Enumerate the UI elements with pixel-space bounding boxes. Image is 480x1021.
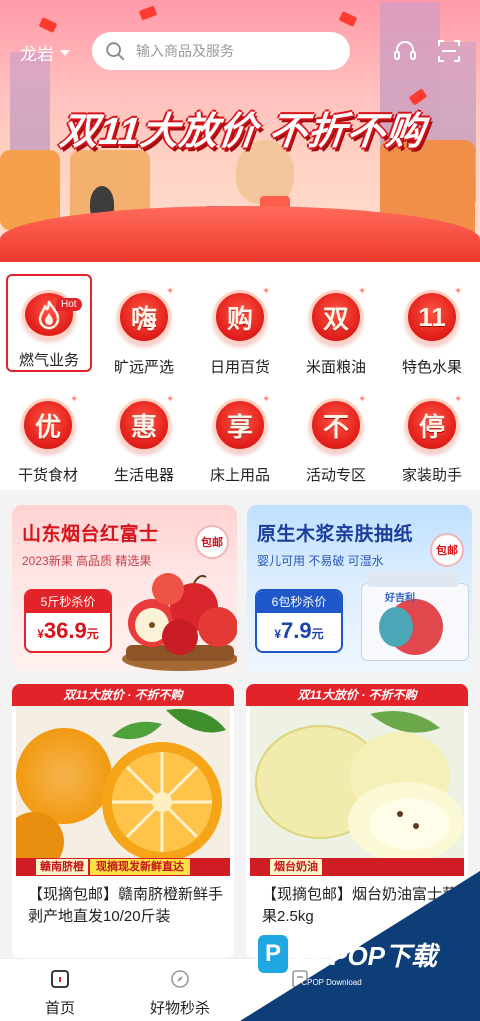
yellow-apple-image — [250, 706, 464, 860]
medal-icon: 享 — [213, 398, 267, 453]
city-label: 龙岩 — [20, 45, 54, 64]
search-bar[interactable] — [92, 32, 350, 70]
product-title: 【现摘包邮】赣南脐橙新鲜手剥产地直发10/20斤装 — [28, 886, 224, 925]
tissue-pack-image: 好吉利 — [361, 571, 469, 661]
top-bar: 龙岩 — [0, 28, 480, 76]
promo-title: 山东烟台红富士 — [22, 524, 159, 545]
category-label: 家装助手 — [401, 467, 462, 484]
medal-icon: 嗨 — [117, 290, 171, 345]
category-label: 生活电器 — [113, 467, 174, 484]
nav-label: 订单 — [284, 1000, 315, 1017]
scan-icon[interactable] — [436, 38, 462, 64]
medal-icon: 11 — [405, 290, 459, 345]
category-label: 燃气业务 — [18, 352, 79, 369]
medal-icon: 优 — [21, 398, 75, 453]
nav-item-orders[interactable]: 订单 — [240, 959, 360, 1021]
price-tag: 6包秒杀价 — [257, 591, 341, 613]
compass-icon — [171, 970, 189, 988]
medal-icon: 不 — [309, 398, 363, 453]
nav-item-home[interactable]: 首页 — [0, 959, 120, 1021]
bottom-nav: 首页 好物秒杀 订单 我的 — [0, 958, 480, 1021]
brand-label: 好吉利 — [385, 593, 415, 604]
chevron-down-icon — [60, 49, 70, 56]
medal-icon: 惠 — [117, 398, 171, 453]
hero-slogan: 双11大放价 不折不购 — [57, 111, 428, 153]
apple-basket-image — [122, 573, 237, 671]
promo-card-apple[interactable]: 山东烟台红富士 2023新果 高品质 精选果 包邮 5斤秒杀价 ¥36.9元 — [12, 505, 237, 671]
product-tag-bar: 烟台奶油 — [250, 858, 464, 876]
promo-card-tissue[interactable]: 原生木浆亲肤抽纸 婴儿可用 不易破 可湿水 包邮 6包秒杀价 ¥7.9元 好吉利 — [247, 505, 472, 671]
category-label: 米面粮油 — [305, 359, 366, 376]
product-banner: 双11大放价 · 不折不购 — [12, 684, 234, 706]
product-card-orange[interactable]: 双11大放价 · 不折不购 赣南脐橙 现摘现发新鲜直达 【现摘包邮】赣南脐橙新鲜… — [12, 684, 234, 958]
category-label: 旷远严选 — [113, 359, 174, 376]
search-input[interactable] — [136, 43, 326, 59]
confetti — [338, 11, 358, 27]
category-grid: Hot 燃气业务 ✦ 嗨 旷远严选 ✦ 购 日用百货 ✦ 双 米面粮油 ✦ 11… — [0, 262, 480, 490]
orange-image — [16, 706, 230, 860]
origin-tag: 赣南脐橙 — [36, 859, 88, 875]
price-box: 6包秒杀价 ¥7.9元 — [255, 589, 343, 653]
category-item-bedding[interactable]: ✦ 享 床上用品 — [192, 382, 288, 486]
category-label: 特色水果 — [401, 359, 462, 376]
price-value: ¥36.9元 — [37, 618, 99, 643]
category-item-gas[interactable]: Hot 燃气业务 — [6, 274, 92, 372]
hot-badge: Hot — [56, 298, 82, 311]
product-card-apple[interactable]: 双11大放价 · 不折不购 烟台奶油 【现摘包邮】烟台奶油富士苹果2.5kg — [246, 684, 468, 958]
category-item-dried-food[interactable]: ✦ 优 干货食材 — [0, 382, 96, 486]
category-item-daily-goods[interactable]: ✦ 购 日用百货 — [192, 274, 288, 378]
category-item-fruit[interactable]: ✦ 11 特色水果 — [384, 274, 480, 378]
confetti — [138, 5, 158, 21]
price-box: 5斤秒杀价 ¥36.9元 — [24, 589, 112, 653]
category-item-selection[interactable]: ✦ 嗨 旷远严选 — [96, 274, 192, 378]
nav-label: 好物秒杀 — [149, 1000, 210, 1017]
category-label: 干货食材 — [17, 467, 78, 484]
category-item-events[interactable]: ✦ 不 活动专区 — [288, 382, 384, 486]
medal-icon: 停 — [405, 398, 459, 453]
product-banner: 双11大放价 · 不折不购 — [246, 684, 468, 706]
category-item-grain-oil[interactable]: ✦ 双 米面粮油 — [288, 274, 384, 378]
headset-icon[interactable] — [392, 38, 418, 64]
city-selector[interactable]: 龙岩 — [20, 40, 70, 65]
category-label: 活动专区 — [305, 467, 366, 484]
freshness-tag: 现摘现发新鲜直达 — [90, 859, 190, 875]
price-value: ¥7.9元 — [274, 618, 324, 643]
medal-icon: 购 — [213, 290, 267, 345]
order-icon — [292, 970, 308, 988]
promo-title: 原生木浆亲肤抽纸 — [257, 524, 414, 545]
search-icon — [106, 42, 125, 61]
medal-icon: 双 — [309, 290, 363, 345]
profile-icon — [412, 971, 428, 988]
category-item-home-assistant[interactable]: ✦ 停 家装助手 — [384, 382, 480, 486]
nav-item-flash-sale[interactable]: 好物秒杀 — [120, 959, 240, 1021]
origin-tag: 烟台奶油 — [270, 859, 322, 875]
product-tag-bar: 赣南脐橙 现摘现发新鲜直达 — [16, 858, 230, 876]
category-item-appliances[interactable]: ✦ 惠 生活电器 — [96, 382, 192, 486]
free-shipping-badge: 包邮 — [195, 525, 229, 559]
home-icon — [51, 970, 69, 988]
free-shipping-badge: 包邮 — [430, 533, 464, 567]
price-tag: 5斤秒杀价 — [26, 591, 110, 613]
nav-label: 首页 — [44, 1000, 75, 1017]
category-label: 床上用品 — [209, 467, 270, 484]
promo-subtitle: 婴儿可用 不易破 可湿水 — [257, 554, 384, 568]
category-label: 日用百货 — [209, 359, 270, 376]
product-title: 【现摘包邮】烟台奶油富士苹果2.5kg — [262, 886, 458, 925]
nav-item-profile[interactable]: 我的 — [360, 959, 480, 1021]
nav-label: 我的 — [404, 1000, 435, 1017]
